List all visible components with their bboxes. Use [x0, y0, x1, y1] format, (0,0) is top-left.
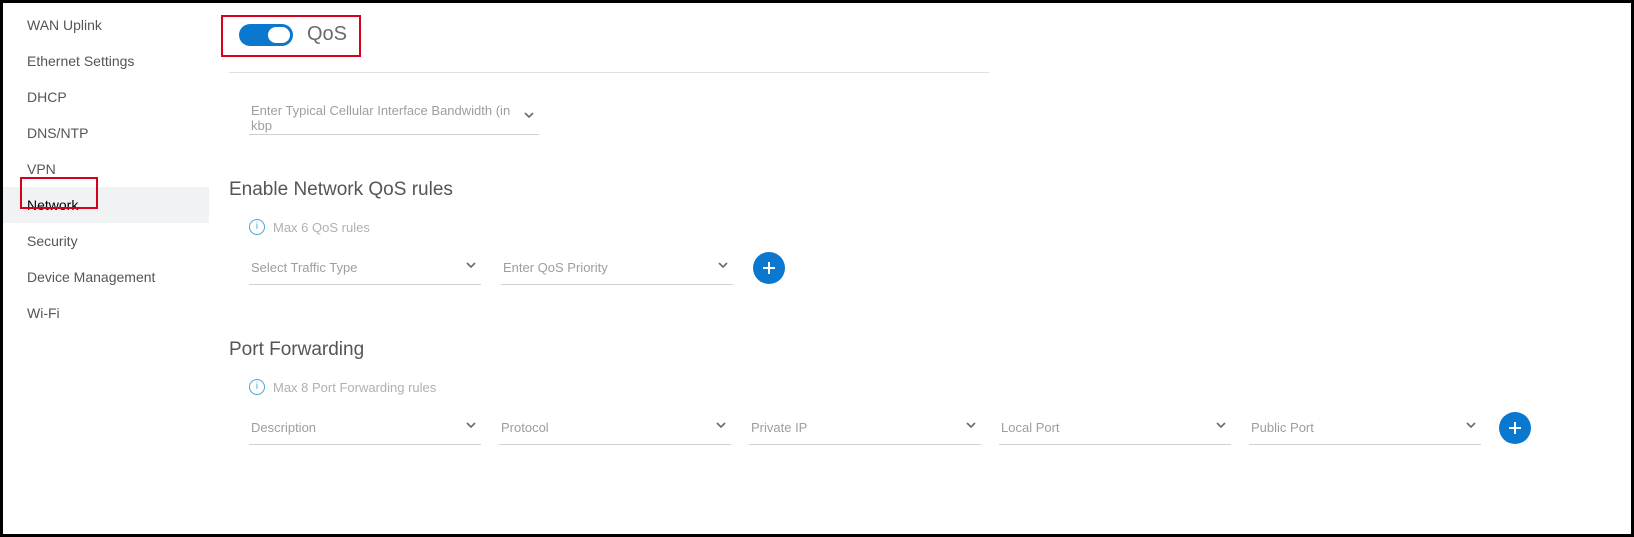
sidebar-item-label: Device Management: [27, 269, 155, 285]
sidebar-item-dns-ntp[interactable]: DNS/NTP: [3, 115, 209, 151]
separator: [229, 72, 989, 73]
add-port-forwarding-button[interactable]: [1499, 412, 1531, 444]
info-icon: i: [249, 219, 265, 235]
qos-rules-block: i Max 6 QoS rules Select Traffic Type En…: [249, 219, 1591, 285]
sidebar-item-label: Security: [27, 233, 78, 249]
chevron-down-icon: [465, 419, 477, 434]
traffic-type-placeholder: Select Traffic Type: [251, 260, 357, 275]
qos-toggle[interactable]: [239, 24, 293, 46]
qos-header: QoS: [229, 15, 365, 54]
pf-description-dropdown[interactable]: Description: [249, 411, 481, 445]
sidebar-item-device-management[interactable]: Device Management: [3, 259, 209, 295]
sidebar-item-vpn[interactable]: VPN: [3, 151, 209, 187]
pf-local-port-placeholder: Local Port: [1001, 420, 1060, 435]
sidebar-item-wan-uplink[interactable]: WAN Uplink: [3, 7, 209, 43]
plus-icon: [762, 261, 776, 275]
port-forwarding-title: Port Forwarding: [229, 339, 1591, 361]
sidebar-item-label: Network: [27, 197, 78, 213]
sidebar-item-network[interactable]: Network: [3, 187, 209, 223]
qos-rules-info-row: i Max 6 QoS rules: [249, 219, 1591, 235]
chevron-down-icon: [523, 109, 535, 124]
pf-private-ip-placeholder: Private IP: [751, 420, 807, 435]
sidebar-item-label: Wi-Fi: [27, 305, 60, 321]
sidebar: WAN Uplink Ethernet Settings DHCP DNS/NT…: [3, 3, 209, 534]
info-icon: i: [249, 379, 265, 395]
sidebar-item-label: WAN Uplink: [27, 17, 102, 33]
bandwidth-dropdown[interactable]: Enter Typical Cellular Interface Bandwid…: [249, 101, 539, 135]
qos-rules-info-text: Max 6 QoS rules: [273, 220, 370, 235]
qos-toggle-label: QoS: [307, 23, 347, 46]
chevron-down-icon: [465, 259, 477, 274]
plus-icon: [1508, 421, 1522, 435]
bandwidth-placeholder: Enter Typical Cellular Interface Bandwid…: [251, 103, 519, 133]
traffic-type-dropdown[interactable]: Select Traffic Type: [249, 251, 481, 285]
sidebar-item-wifi[interactable]: Wi-Fi: [3, 295, 209, 331]
pf-protocol-dropdown[interactable]: Protocol: [499, 411, 731, 445]
bandwidth-row: Enter Typical Cellular Interface Bandwid…: [249, 101, 1591, 135]
port-forwarding-block: i Max 8 Port Forwarding rules Descriptio…: [249, 379, 1591, 445]
pf-description-placeholder: Description: [251, 420, 316, 435]
sidebar-item-security[interactable]: Security: [3, 223, 209, 259]
chevron-down-icon: [965, 419, 977, 434]
chevron-down-icon: [1465, 419, 1477, 434]
add-qos-rule-button[interactable]: [753, 252, 785, 284]
sidebar-item-label: DHCP: [27, 89, 67, 105]
chevron-down-icon: [1215, 419, 1227, 434]
pf-protocol-placeholder: Protocol: [501, 420, 549, 435]
sidebar-item-label: VPN: [27, 161, 56, 177]
pf-public-port-dropdown[interactable]: Public Port: [1249, 411, 1481, 445]
sidebar-item-ethernet-settings[interactable]: Ethernet Settings: [3, 43, 209, 79]
sidebar-item-dhcp[interactable]: DHCP: [3, 79, 209, 115]
sidebar-item-label: DNS/NTP: [27, 125, 88, 141]
pf-info-text: Max 8 Port Forwarding rules: [273, 380, 436, 395]
qos-priority-placeholder: Enter QoS Priority: [503, 260, 608, 275]
pf-public-port-placeholder: Public Port: [1251, 420, 1314, 435]
chevron-down-icon: [715, 419, 727, 434]
pf-private-ip-dropdown[interactable]: Private IP: [749, 411, 981, 445]
content: QoS Enter Typical Cellular Interface Ban…: [209, 3, 1631, 534]
pf-local-port-dropdown[interactable]: Local Port: [999, 411, 1231, 445]
qos-priority-dropdown[interactable]: Enter QoS Priority: [501, 251, 733, 285]
qos-rules-title: Enable Network QoS rules: [229, 179, 1591, 201]
pf-info-row: i Max 8 Port Forwarding rules: [249, 379, 1591, 395]
chevron-down-icon: [717, 259, 729, 274]
sidebar-item-label: Ethernet Settings: [27, 53, 134, 69]
